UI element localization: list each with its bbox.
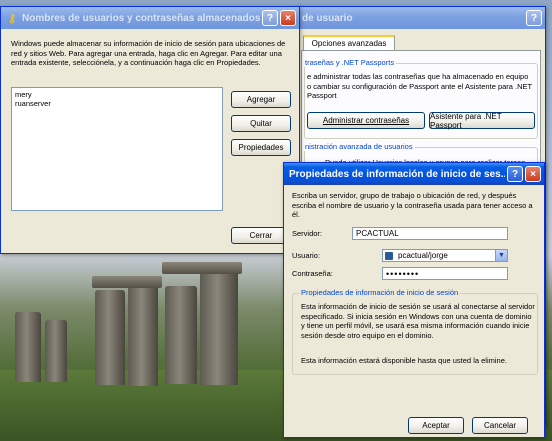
help-icon[interactable]: ?: [507, 166, 523, 182]
logon-info-group: Propiedades de información de inicio de …: [292, 288, 538, 375]
wallpaper-stone: [95, 290, 125, 385]
cancel-button[interactable]: Cancelar: [472, 417, 528, 434]
user-accounts-titlebar: de usuario ?: [297, 7, 545, 29]
user-value: pcactual/jorge: [398, 251, 448, 260]
passport-wizard-button[interactable]: Asistente para .NET Passport: [429, 112, 535, 130]
server-field[interactable]: PCACTUAL: [352, 227, 508, 240]
advanced-admin-group-title: nistración avanzada de usuarios: [303, 142, 415, 151]
help-icon[interactable]: ?: [262, 10, 278, 26]
stored-credentials-window: ⚷ Nombres de usuarios y contraseñas alma…: [0, 6, 300, 254]
close-icon[interactable]: ×: [525, 166, 541, 182]
password-field[interactable]: ••••••••: [382, 267, 508, 280]
credentials-list[interactable]: mery ruanserver: [11, 87, 223, 211]
logon-info-group-title: Propiedades de información de inicio de …: [299, 288, 461, 297]
logon-properties-titlebar: Propiedades de información de inicio de …: [284, 163, 544, 185]
user-label: Usuario:: [292, 251, 320, 260]
remove-button[interactable]: Quitar: [231, 115, 291, 132]
wallpaper-stone: [165, 286, 197, 384]
ok-button[interactable]: Aceptar: [408, 417, 464, 434]
wallpaper-lintel: [162, 262, 242, 274]
wallpaper-lintel: [92, 276, 162, 288]
help-icon[interactable]: ?: [526, 10, 542, 26]
list-item[interactable]: ruanserver: [15, 99, 51, 109]
logon-properties-dialog: Propiedades de información de inicio de …: [283, 162, 545, 438]
stored-credentials-description: Windows puede almacenar su información d…: [11, 39, 286, 67]
user-accounts-title: de usuario: [302, 12, 353, 24]
manage-passwords-button[interactable]: Administrar contraseñas: [307, 112, 425, 129]
tab-advanced-options[interactable]: Opciones avanzadas: [303, 35, 395, 50]
wallpaper-stone: [200, 270, 238, 385]
user-combobox[interactable]: pcactual/jorge ▼: [382, 249, 508, 262]
password-label: Contraseña:: [292, 269, 333, 278]
logon-availability-text: Esta información estará disponible hasta…: [301, 356, 507, 365]
passwords-group-text: e administrar todas las contraseñas que …: [307, 72, 532, 100]
server-label: Servidor:: [292, 229, 323, 238]
passwords-group-title: traseñas y .NET Passports: [303, 58, 397, 67]
wallpaper-stone: [45, 320, 67, 382]
key-icon: ⚷: [7, 12, 17, 25]
stored-credentials-titlebar: ⚷ Nombres de usuarios y contraseñas alma…: [1, 7, 299, 29]
logon-info-text: Esta información de inicio de sesión se …: [301, 302, 535, 340]
user-icon: [385, 251, 393, 260]
logon-intro-text: Escriba un servidor, grupo de trabajo o …: [292, 191, 533, 219]
properties-button[interactable]: Propiedades: [231, 139, 291, 156]
close-icon[interactable]: ×: [280, 10, 296, 26]
stored-credentials-title: Nombres de usuarios y contraseñas almace…: [22, 12, 260, 24]
wallpaper-stone: [128, 282, 158, 386]
wallpaper-stone: [15, 312, 41, 382]
passwords-group: traseñas y .NET Passports e administrar …: [303, 58, 538, 139]
logon-properties-title: Propiedades de información de inicio de …: [289, 168, 505, 180]
add-button[interactable]: Agregar: [231, 91, 291, 108]
chevron-down-icon[interactable]: ▼: [495, 250, 507, 261]
close-button[interactable]: Cerrar: [231, 227, 291, 244]
